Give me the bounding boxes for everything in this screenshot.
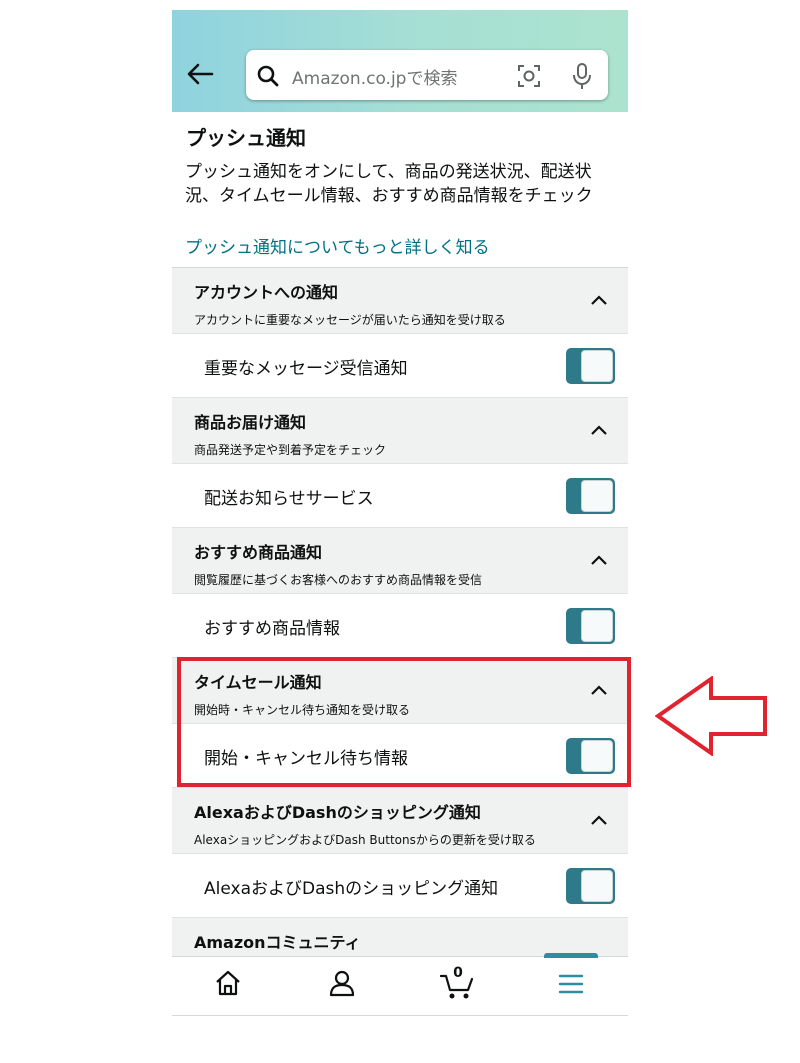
section-title: おすすめ商品通知: [194, 543, 323, 562]
active-tab-indicator: [544, 953, 598, 958]
setting-row-recommendations: おすすめ商品情報: [172, 594, 628, 658]
chevron-up-icon[interactable]: [590, 554, 608, 566]
section-title: 商品お届け通知: [194, 413, 307, 432]
section-title: アカウントへの通知: [194, 283, 339, 302]
section-title: AlexaおよびDashのショッピング通知: [194, 803, 481, 822]
cart-icon: [440, 974, 474, 999]
learn-more-link[interactable]: プッシュ通知についてもっと詳しく知る: [185, 233, 490, 258]
chevron-up-icon[interactable]: [590, 424, 608, 436]
bottom-tab-bar: 0: [172, 953, 628, 1016]
notification-sections: アカウントへの通知 アカウントに重要なメッセージが届いたら通知を受け取る 重要な…: [172, 267, 628, 984]
toggle-knob: [581, 610, 613, 642]
search-bar[interactable]: Amazon.co.jpで検索: [246, 50, 608, 100]
toggle-knob: [581, 350, 613, 382]
microphone-icon[interactable]: [572, 62, 592, 90]
chevron-up-icon[interactable]: [590, 814, 608, 826]
search-icon: [257, 65, 279, 87]
section-subtitle: アカウントに重要なメッセージが届いたら通知を受け取る: [194, 313, 506, 327]
setting-label: AlexaおよびDashのショッピング通知: [204, 879, 499, 899]
chevron-up-icon[interactable]: [590, 294, 608, 306]
search-input[interactable]: Amazon.co.jpで検索: [292, 64, 457, 89]
section-header-delivery[interactable]: 商品お届け通知 商品発送予定や到着予定をチェック: [172, 398, 628, 464]
toggle-delivery[interactable]: [566, 478, 615, 514]
back-arrow-icon[interactable]: [186, 62, 214, 86]
app-screen: Amazon.co.jpで検索 プッシュ通知 プッシュ通知をオンにして、商品の発…: [172, 10, 628, 1016]
header: Amazon.co.jpで検索: [172, 10, 628, 112]
section-title: Amazonコミュニティ: [194, 933, 361, 952]
page-title: プッシュ通知: [186, 126, 306, 150]
toggle-knob: [581, 870, 613, 902]
section-header-recommendations[interactable]: おすすめ商品通知 閲覧履歴に基づくお客様へのおすすめ商品情報を受信: [172, 528, 628, 594]
setting-label: おすすめ商品情報: [204, 619, 340, 639]
toggle-important-messages[interactable]: [566, 348, 615, 384]
setting-label: 配送お知らせサービス: [204, 489, 374, 509]
setting-row-important-messages: 重要なメッセージ受信通知: [172, 334, 628, 398]
home-icon[interactable]: [214, 969, 242, 997]
toggle-knob: [581, 480, 613, 512]
camera-search-icon[interactable]: [516, 63, 542, 89]
section-subtitle: AlexaショッピングおよびDash Buttonsからの更新を受け取る: [194, 833, 536, 847]
section-header-account[interactable]: アカウントへの通知 アカウントに重要なメッセージが届いたら通知を受け取る: [172, 268, 628, 334]
toggle-recommendations[interactable]: [566, 608, 615, 644]
toggle-alexa-dash[interactable]: [566, 868, 615, 904]
setting-row-delivery: 配送お知らせサービス: [172, 464, 628, 528]
section-subtitle: 閲覧履歴に基づくお客様へのおすすめ商品情報を受信: [194, 573, 483, 587]
left-arrow-annotation-icon: [655, 676, 767, 756]
page-description: プッシュ通知をオンにして、商品の発送状況、配送状況、タイムセール情報、おすすめ商…: [185, 162, 593, 206]
menu-icon[interactable]: [558, 973, 584, 995]
section-subtitle: 商品発送予定や到着予定をチェック: [194, 443, 387, 457]
setting-row-alexa-dash: AlexaおよびDashのショッピング通知: [172, 854, 628, 918]
highlight-box: [177, 657, 631, 787]
setting-label: 重要なメッセージ受信通知: [204, 359, 408, 379]
account-icon[interactable]: [328, 969, 356, 997]
section-header-alexa-dash[interactable]: AlexaおよびDashのショッピング通知 AlexaショッピングおよびDash…: [172, 788, 628, 854]
